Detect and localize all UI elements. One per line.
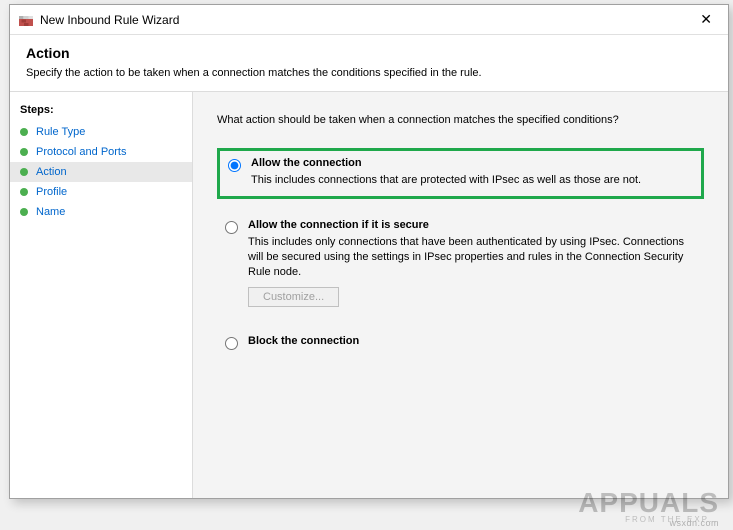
step-protocol-and-ports[interactable]: Protocol and Ports xyxy=(10,142,192,162)
option-allow-connection[interactable]: Allow the connection This includes conne… xyxy=(217,148,704,199)
option-body: Block the connection xyxy=(248,335,696,351)
steps-sidebar: Steps: Rule Type Protocol and Ports Acti… xyxy=(10,92,193,498)
step-profile[interactable]: Profile xyxy=(10,182,192,202)
close-button[interactable]: ✕ xyxy=(692,11,720,28)
option-block-connection[interactable]: Block the connection xyxy=(217,329,704,359)
wizard-window: New Inbound Rule Wizard ✕ Action Specify… xyxy=(9,4,729,499)
radio-block[interactable] xyxy=(225,337,238,350)
prompt-text: What action should be taken when a conne… xyxy=(217,114,704,126)
bullet-icon xyxy=(20,128,28,136)
source-watermark: wsxdn.com xyxy=(669,518,719,528)
option-allow-if-secure[interactable]: Allow the connection if it is secure Thi… xyxy=(217,213,704,316)
bullet-icon xyxy=(20,168,28,176)
window-title: New Inbound Rule Wizard xyxy=(40,13,692,27)
step-action[interactable]: Action xyxy=(10,162,192,182)
firewall-icon xyxy=(18,12,34,28)
step-rule-type[interactable]: Rule Type xyxy=(10,122,192,142)
radio-allow-secure[interactable] xyxy=(225,221,238,234)
option-body: Allow the connection if it is secure Thi… xyxy=(248,219,696,308)
step-name[interactable]: Name xyxy=(10,202,192,222)
bullet-icon xyxy=(20,208,28,216)
option-desc: This includes connections that are prote… xyxy=(251,173,693,188)
page-subtitle: Specify the action to be taken when a co… xyxy=(26,67,712,79)
step-label: Rule Type xyxy=(36,126,85,138)
bullet-icon xyxy=(20,188,28,196)
wizard-body: Steps: Rule Type Protocol and Ports Acti… xyxy=(10,92,728,498)
step-label: Action xyxy=(36,166,67,178)
titlebar: New Inbound Rule Wizard ✕ xyxy=(10,5,728,35)
radio-allow[interactable] xyxy=(228,159,241,172)
step-label: Protocol and Ports xyxy=(36,146,127,158)
step-label: Profile xyxy=(36,186,67,198)
wizard-header: Action Specify the action to be taken wh… xyxy=(10,35,728,92)
option-title: Block the connection xyxy=(248,335,696,347)
step-label: Name xyxy=(36,206,65,218)
option-title: Allow the connection if it is secure xyxy=(248,219,696,231)
option-body: Allow the connection This includes conne… xyxy=(251,157,693,188)
customize-button: Customize... xyxy=(248,287,339,307)
page-title: Action xyxy=(26,45,712,61)
bullet-icon xyxy=(20,148,28,156)
main-panel: What action should be taken when a conne… xyxy=(193,92,728,498)
steps-header: Steps: xyxy=(10,100,192,122)
option-title: Allow the connection xyxy=(251,157,693,169)
option-desc: This includes only connections that have… xyxy=(248,235,696,280)
